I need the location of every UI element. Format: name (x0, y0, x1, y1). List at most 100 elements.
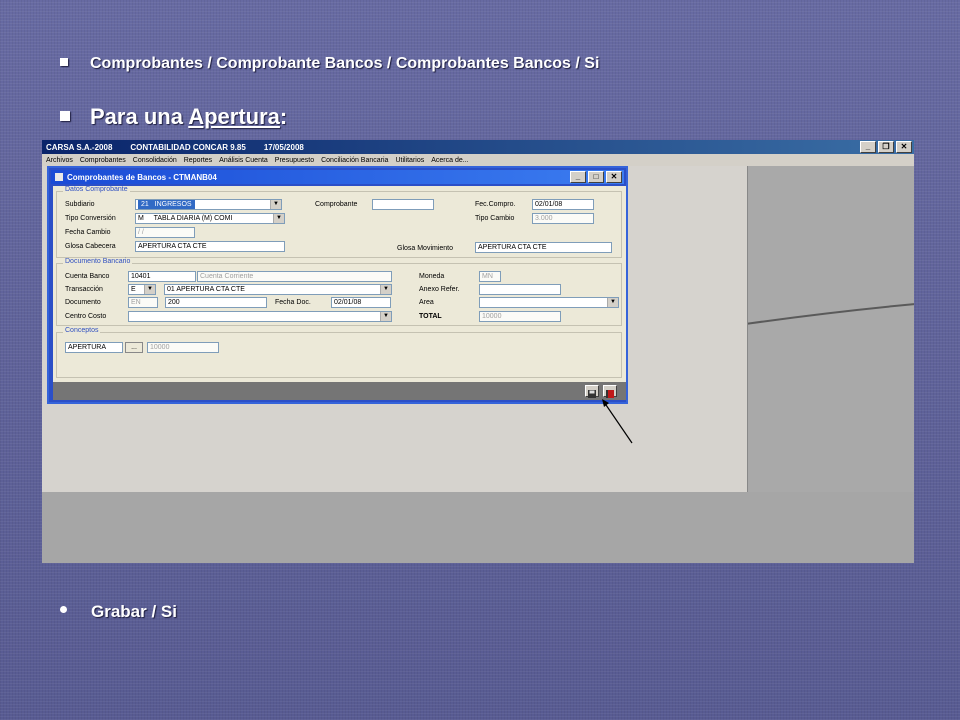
fecha-doc-label: Fecha Doc. (275, 299, 311, 306)
conceptos-label: Conceptos (63, 327, 101, 334)
heading-apertura-link: Apertura (188, 104, 280, 129)
menu-analisis-cuenta[interactable]: Análisis Cuenta (219, 157, 268, 164)
heading-suffix: : (279, 104, 288, 129)
conceptos-group: Conceptos APERTURA ... 10000 (56, 327, 622, 378)
menu-comprobantes[interactable]: Comprobantes (80, 157, 126, 164)
total-value: 10000 (479, 311, 561, 322)
fec-compro-input[interactable]: 02/01/08 (532, 199, 594, 210)
transaccion-value: 01 APERTURA CTA CTE (167, 286, 245, 293)
concepto-lookup-button[interactable]: ... (125, 342, 143, 353)
documento-bancario-label: Documento Bancario (63, 258, 133, 265)
annotation-arrow (602, 399, 633, 444)
chevron-down-icon[interactable]: ▼ (144, 285, 155, 294)
background-window-area (747, 166, 914, 492)
background-curve-shape (748, 303, 914, 325)
menu-utilitarios[interactable]: Utilitarios (395, 157, 424, 164)
transaccion-select[interactable]: 01 APERTURA CTA CTE ▼ (164, 284, 392, 295)
documento-number-input[interactable]: 200 (165, 297, 267, 308)
fecha-cambio-input[interactable]: / / (135, 227, 195, 238)
chevron-down-icon[interactable]: ▼ (380, 285, 391, 294)
glosa-movimiento-label: Glosa Movimiento (397, 245, 454, 252)
restore-button[interactable]: ❐ (878, 141, 894, 153)
menu-reportes[interactable]: Reportes (184, 157, 212, 164)
subdiario-select[interactable]: 21 INGRESOS ▼ (135, 199, 282, 210)
navigation-path-text: Comprobantes / Comprobante Bancos / Comp… (90, 55, 600, 72)
datos-comprobante-group: Datos Comprobante Subdiario 21 INGRESOS ▼… (56, 186, 622, 258)
bullet-navigation-path: Comprobantes / Comprobante Bancos / Comp… (60, 55, 599, 73)
total-label: TOTAL (419, 313, 442, 320)
subdiario-code: 21 (141, 201, 149, 208)
fecha-cambio-label: Fecha Cambio (65, 229, 111, 236)
cuenta-banco-description: Cuenta Corriente (197, 271, 392, 282)
app-company: CARSA S.A.-2008 (46, 142, 113, 152)
glosa-cabecera-input[interactable]: APERTURA CTA CTE (135, 241, 285, 252)
subdiario-label: Subdiario (65, 201, 95, 208)
tipo-cambio-label: Tipo Cambio (475, 215, 515, 222)
dialog-maximize-button[interactable]: □ (588, 171, 604, 183)
documento-bancario-group: Documento Bancario Cuenta Banco 10401 Cu… (56, 258, 622, 326)
dialog-close-button[interactable]: ✕ (606, 171, 622, 183)
cuenta-banco-label: Cuenta Banco (65, 273, 110, 280)
app-product: CONTABILIDAD CONCAR 9.85 (130, 142, 246, 152)
comprobante-input[interactable] (372, 199, 434, 210)
close-button[interactable]: ✕ (896, 141, 912, 153)
cuenta-banco-input[interactable]: 10401 (128, 271, 196, 282)
square-bullet-icon (60, 111, 70, 122)
bullet-grabar: Grabar / Si (60, 602, 177, 622)
area-label: Area (419, 299, 434, 306)
transaccion-label: Transacción (65, 286, 103, 293)
dialog-status-bar (53, 382, 626, 400)
fecha-doc-input[interactable]: 02/01/08 (331, 297, 391, 308)
fec-compro-label: Fec.Compro. (475, 201, 516, 208)
chevron-down-icon[interactable]: ▼ (607, 298, 618, 307)
comprobante-label: Comprobante (315, 201, 358, 208)
area-select[interactable]: ▼ (479, 297, 619, 308)
anexo-refer-label: Anexo Refer. (419, 286, 460, 293)
glosa-movimiento-input[interactable]: APERTURA CTA CTE (475, 242, 612, 253)
concepto-monto-input[interactable]: 10000 (147, 342, 219, 353)
menu-bar: Archivos Comprobantes Consolidación Repo… (42, 154, 914, 166)
square-bullet-icon (60, 57, 68, 66)
centro-costo-select[interactable]: ▼ (128, 311, 392, 322)
moneda-label: Moneda (419, 273, 445, 280)
concepto-input[interactable]: APERTURA (65, 342, 123, 353)
grabar-text: Grabar / Si (91, 602, 177, 621)
dialog-app-icon (55, 173, 63, 181)
subdiario-name: INGRESOS (154, 201, 192, 208)
tipo-conversion-select[interactable]: M TABLA DIARIA (M) COMI ▼ (135, 213, 285, 224)
app-date: 17/05/2008 (263, 142, 304, 152)
documento-label: Documento (65, 299, 101, 306)
comprobantes-bancos-dialog: Comprobantes de Bancos - CTMANB04 _ □ ✕ … (47, 166, 628, 404)
floppy-disk-icon (588, 390, 596, 398)
heading-prefix: Para una (90, 104, 189, 129)
tipo-conversion-name: TABLA DIARIA (M) COMI (153, 215, 233, 222)
glosa-cabecera-label: Glosa Cabecera (65, 243, 116, 250)
bullet-apertura-heading: Para una Apertura: (60, 104, 287, 130)
transaccion-type-select[interactable]: E ▼ (128, 284, 156, 295)
tipo-conversion-code: M (138, 215, 144, 222)
transaccion-code: E (131, 286, 136, 293)
tipo-conversion-label: Tipo Conversión (65, 215, 116, 222)
dialog-title-bar: Comprobantes de Bancos - CTMANB04 _ □ ✕ (51, 170, 624, 184)
menu-archivos[interactable]: Archivos (46, 157, 73, 164)
exit-button[interactable] (603, 385, 617, 398)
documento-type-input[interactable]: EN (128, 297, 158, 308)
save-button[interactable] (585, 385, 599, 398)
chevron-down-icon[interactable]: ▼ (380, 312, 391, 321)
dialog-title: Comprobantes de Bancos - CTMANB04 (67, 172, 217, 182)
datos-comprobante-label: Datos Comprobante (63, 186, 130, 193)
round-bullet-icon (60, 606, 67, 614)
menu-consolidacion[interactable]: Consolidación (133, 157, 177, 164)
anexo-refer-input[interactable] (479, 284, 561, 295)
app-title-bar: CARSA S.A.-2008 CONTABILIDAD CONCAR 9.85… (42, 140, 914, 154)
chevron-down-icon[interactable]: ▼ (270, 200, 281, 209)
moneda-input[interactable]: MN (479, 271, 501, 282)
centro-costo-label: Centro Costo (65, 313, 107, 320)
menu-acerca-de[interactable]: Acerca de... (431, 157, 468, 164)
dialog-minimize-button[interactable]: _ (570, 171, 586, 183)
menu-conciliacion-bancaria[interactable]: Conciliación Bancaria (321, 157, 388, 164)
menu-presupuesto[interactable]: Presupuesto (275, 157, 314, 164)
tipo-cambio-input[interactable]: 3.000 (532, 213, 594, 224)
chevron-down-icon[interactable]: ▼ (273, 214, 284, 223)
minimize-button[interactable]: _ (860, 141, 876, 153)
